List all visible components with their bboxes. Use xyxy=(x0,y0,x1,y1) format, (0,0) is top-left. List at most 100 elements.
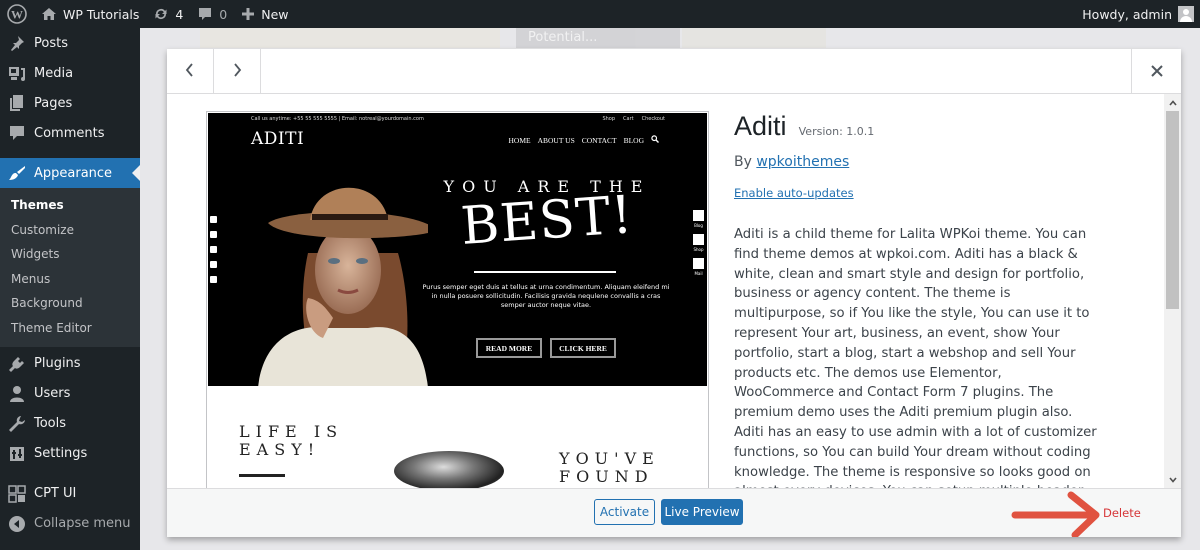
comment-bubble-icon xyxy=(197,6,213,22)
theme-version: Version: 1.0.1 xyxy=(798,125,875,138)
new-content-link[interactable]: New xyxy=(234,0,295,28)
screenshot-nav-item: ABOUT US xyxy=(537,135,575,145)
submenu-widgets[interactable]: Widgets xyxy=(0,242,140,267)
screenshot-link: Cart xyxy=(623,116,634,122)
facebook-icon xyxy=(210,216,217,223)
screenshot-side-tool: Blog xyxy=(693,210,704,228)
enable-auto-updates-link[interactable]: Enable auto-updates xyxy=(734,186,854,200)
plug-icon xyxy=(8,355,26,373)
sidebar-item-comments[interactable]: Comments xyxy=(0,118,140,148)
delete-theme-link[interactable]: Delete xyxy=(1103,506,1141,520)
submenu-customize[interactable]: Customize xyxy=(0,218,140,243)
screenshot-nav-item: BLOG xyxy=(623,135,644,145)
new-label: New xyxy=(261,6,289,22)
screenshot-nav-item: HOME xyxy=(508,135,531,145)
screenshot-contact-line: Call us anytime: +55 55 555 5555 | Email… xyxy=(251,116,424,122)
user-icon xyxy=(8,385,26,403)
youtube-icon xyxy=(210,246,217,253)
screenshot-lower-section: LIFE IS EASY! YOU'VE FOUND xyxy=(208,388,707,488)
media-icon xyxy=(8,64,26,82)
comments-link[interactable]: 0 xyxy=(190,0,234,28)
admin-bar: W WP Tutorials 4 0 New Howdy, admin xyxy=(0,0,1200,28)
sidebar-label: Plugins xyxy=(34,356,81,372)
modal-footer: Activate Live Preview Delete xyxy=(167,488,1181,537)
sidebar-item-posts[interactable]: Posts xyxy=(0,28,140,58)
close-modal-button[interactable] xyxy=(1131,49,1181,94)
submenu-background[interactable]: Background xyxy=(0,291,140,316)
submenu-themes[interactable]: Themes xyxy=(0,193,140,218)
sidebar-item-settings[interactable]: Settings xyxy=(0,439,140,469)
sidebar-label: Pages xyxy=(34,95,73,111)
mail-icon xyxy=(210,276,217,283)
submenu-menus[interactable]: Menus xyxy=(0,267,140,292)
screenshot-logo: ADITI xyxy=(251,129,305,149)
basket-icon xyxy=(693,234,704,245)
sidebar-label: Users xyxy=(34,386,71,402)
screenshot-divider xyxy=(474,271,616,273)
theme-name: Aditi xyxy=(734,111,787,141)
submenu-theme-editor[interactable]: Theme Editor xyxy=(0,316,140,341)
pages-icon xyxy=(8,94,26,112)
sidebar-label: Comments xyxy=(34,125,105,141)
portrait-image xyxy=(258,187,428,386)
collapse-arrow-icon xyxy=(8,515,26,533)
screenshot-side-tools: Blog Shop Mail xyxy=(693,210,704,276)
wordpress-logo-icon: W xyxy=(7,4,27,24)
theme-author-link[interactable]: wpkoithemes xyxy=(756,154,849,170)
wrench-icon xyxy=(8,415,26,433)
sidebar-label: Settings xyxy=(34,446,88,462)
twitter-icon xyxy=(210,231,217,238)
updates-count: 4 xyxy=(175,6,184,22)
scroll-up-arrow-icon[interactable] xyxy=(1164,94,1181,111)
greeting: Howdy, admin xyxy=(1082,6,1172,22)
appearance-submenu: Themes Customize Widgets Menus Backgroun… xyxy=(0,188,140,347)
sidebar-label: Media xyxy=(34,65,74,81)
settings-icon xyxy=(8,445,26,463)
screenshot-life-heading: LIFE IS EASY! xyxy=(239,422,344,459)
update-icon xyxy=(153,6,169,22)
paintbrush-icon xyxy=(8,164,26,182)
sidebar-label: CPT UI xyxy=(34,486,77,502)
sidebar-item-tools[interactable]: Tools xyxy=(0,409,140,439)
site-name-link[interactable]: WP Tutorials xyxy=(34,0,146,28)
admin-sidebar: Posts Media Pages Comments Appearance Th… xyxy=(0,28,140,550)
comment-icon xyxy=(8,124,26,142)
home-icon xyxy=(41,6,57,22)
updates-link[interactable]: 4 xyxy=(146,0,190,28)
wp-logo-menu[interactable]: W xyxy=(0,0,34,28)
modal-scrollbar[interactable] xyxy=(1164,94,1181,488)
my-account-menu[interactable]: Howdy, admin xyxy=(1075,0,1200,28)
sidebar-item-media[interactable]: Media xyxy=(0,58,140,88)
sidebar-item-appearance[interactable]: Appearance xyxy=(0,158,140,188)
theme-screenshot: Call us anytime: +55 55 555 5555 | Email… xyxy=(206,111,709,488)
avatar xyxy=(1178,6,1194,22)
live-preview-button[interactable]: Live Preview xyxy=(661,499,743,525)
sidebar-item-cpt-ui[interactable]: CPT UI xyxy=(0,479,140,509)
activate-button[interactable]: Activate xyxy=(594,499,655,525)
scrollbar-thumb[interactable] xyxy=(1166,111,1179,309)
sidebar-item-pages[interactable]: Pages xyxy=(0,88,140,118)
bg-theme-card xyxy=(682,28,826,48)
sidebar-item-plugins[interactable]: Plugins xyxy=(0,349,140,379)
collapse-menu-button[interactable]: Collapse menu xyxy=(0,509,140,539)
screenshot-social-icons xyxy=(210,216,217,283)
screenshot-hero-text: Purus semper eget duis at tellus at urna… xyxy=(422,283,670,309)
screenshot-link: Checkout xyxy=(641,116,665,122)
theme-info: Aditi Version: 1.0.1 By wpkoithemes Enab… xyxy=(734,111,1154,488)
bg-theme-card xyxy=(200,28,500,48)
screenshot-youve-heading: YOU'VE FOUND xyxy=(559,449,660,486)
envelope-icon xyxy=(693,258,704,269)
sidebar-item-users[interactable]: Users xyxy=(0,379,140,409)
previous-theme-button[interactable] xyxy=(167,49,214,94)
plus-icon xyxy=(241,7,255,21)
annotation-arrow-icon xyxy=(1011,491,1100,537)
chevron-right-icon xyxy=(231,62,243,81)
close-icon xyxy=(1150,62,1163,81)
screenshot-life-divider xyxy=(239,474,285,477)
next-theme-button[interactable] xyxy=(214,49,261,94)
screenshot-hero: Call us anytime: +55 55 555 5555 | Email… xyxy=(208,113,707,386)
book-icon xyxy=(693,210,704,221)
pushpin-icon xyxy=(8,34,26,52)
scroll-down-arrow-icon[interactable] xyxy=(1164,471,1181,488)
screenshot-read-more: READ MORE xyxy=(476,338,542,358)
